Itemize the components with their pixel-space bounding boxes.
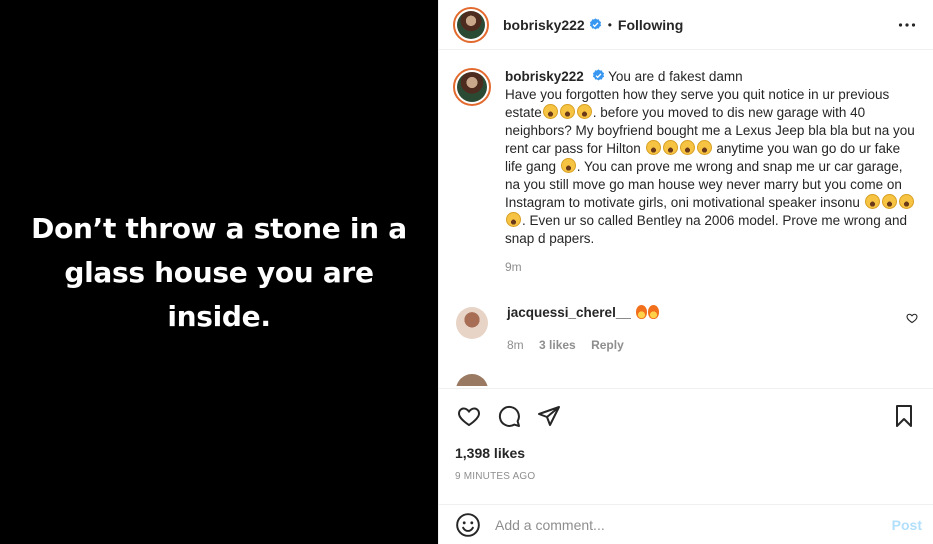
action-icons-row: [455, 402, 918, 430]
laughing-emoji-icon: [645, 140, 661, 155]
save-button[interactable]: [890, 402, 918, 430]
add-comment-bar: Post: [439, 504, 933, 544]
comment-bubble-icon: [498, 405, 520, 427]
laughing-emoji-icon: [559, 104, 575, 119]
comment-time[interactable]: 8m: [507, 338, 524, 352]
fire-emoji-icon: [635, 305, 647, 319]
caption-username[interactable]: bobrisky222: [505, 69, 584, 84]
avatar-image: [457, 10, 485, 39]
laughing-emoji-icon: [864, 194, 880, 209]
post-media[interactable]: Don’t throw a stone in a glass house you…: [0, 0, 438, 544]
comments-list[interactable]: bobrisky222 You are d fakest damn Have y…: [439, 50, 933, 388]
laughing-emoji-icon: [662, 140, 678, 155]
more-horizontal-icon: [898, 22, 916, 27]
caption-body: bobrisky222 You are d fakest damn Have y…: [505, 68, 918, 276]
next-comment-partial: [453, 374, 918, 386]
heart-icon: [458, 407, 480, 427]
caption-time[interactable]: 9m: [505, 258, 918, 276]
paper-plane-icon: [538, 406, 560, 426]
emoji-picker-icon[interactable]: [455, 512, 481, 538]
caption-text-6: . Even ur so called Bentley na 2006 mode…: [505, 213, 907, 246]
post-header: bobrisky222 • Following: [439, 0, 933, 50]
following-button[interactable]: Following: [618, 17, 683, 33]
post-comment-button[interactable]: Post: [892, 517, 922, 533]
laughing-emoji-icon: [679, 140, 695, 155]
caption-avatar[interactable]: [453, 68, 491, 106]
laughing-emoji-icon: [898, 194, 914, 209]
verified-badge-icon: [592, 69, 604, 81]
likes-count[interactable]: 1,398 likes: [455, 445, 918, 461]
comment-reply-button[interactable]: Reply: [591, 338, 624, 352]
avatar[interactable]: [453, 6, 489, 43]
comment-item: jacquessi_cherel__ 8m 3 likes Reply: [453, 304, 918, 354]
post-viewer: Don’t throw a stone in a glass house you…: [0, 0, 933, 544]
comment-username[interactable]: jacquessi_cherel__: [507, 305, 631, 320]
laughing-emoji-icon: [542, 104, 558, 119]
comment-like-heart-icon[interactable]: [906, 312, 918, 324]
laughing-emoji-icon: [881, 194, 897, 209]
laughing-emoji-icon: [576, 104, 592, 119]
caption: bobrisky222 You are d fakest damn Have y…: [453, 68, 918, 276]
share-button[interactable]: [535, 402, 563, 430]
avatar-image: [457, 72, 487, 102]
verified-badge-icon: [589, 18, 601, 30]
header-username[interactable]: bobrisky222: [503, 17, 585, 33]
media-caption-text: Don’t throw a stone in a glass house you…: [31, 212, 407, 333]
comment-avatar[interactable]: [456, 307, 488, 339]
caption-text-1: You are d fakest damn: [608, 69, 743, 84]
laughing-emoji-icon: [506, 212, 521, 227]
post-actions: 1,398 likes 9 MINUTES AGO: [439, 388, 933, 482]
post-timestamp[interactable]: 9 MINUTES AGO: [455, 471, 918, 482]
laughing-emoji-icon: [560, 158, 576, 173]
comment-button[interactable]: [495, 402, 523, 430]
laughing-emoji-icon: [696, 140, 712, 155]
comment-input[interactable]: [495, 516, 892, 533]
fire-emoji-icon: [647, 305, 659, 319]
comment-meta: 8m 3 likes Reply: [507, 336, 897, 354]
more-options-button[interactable]: [895, 13, 919, 37]
separator-dot: •: [607, 17, 612, 32]
comment-likes[interactable]: 3 likes: [539, 338, 576, 352]
post-side-panel: bobrisky222 • Following bobrisky222 You …: [438, 0, 933, 544]
comment-avatar[interactable]: [456, 374, 488, 386]
comment-body: jacquessi_cherel__ 8m 3 likes Reply: [507, 304, 897, 354]
like-button[interactable]: [455, 402, 483, 430]
bookmark-icon: [896, 405, 912, 427]
